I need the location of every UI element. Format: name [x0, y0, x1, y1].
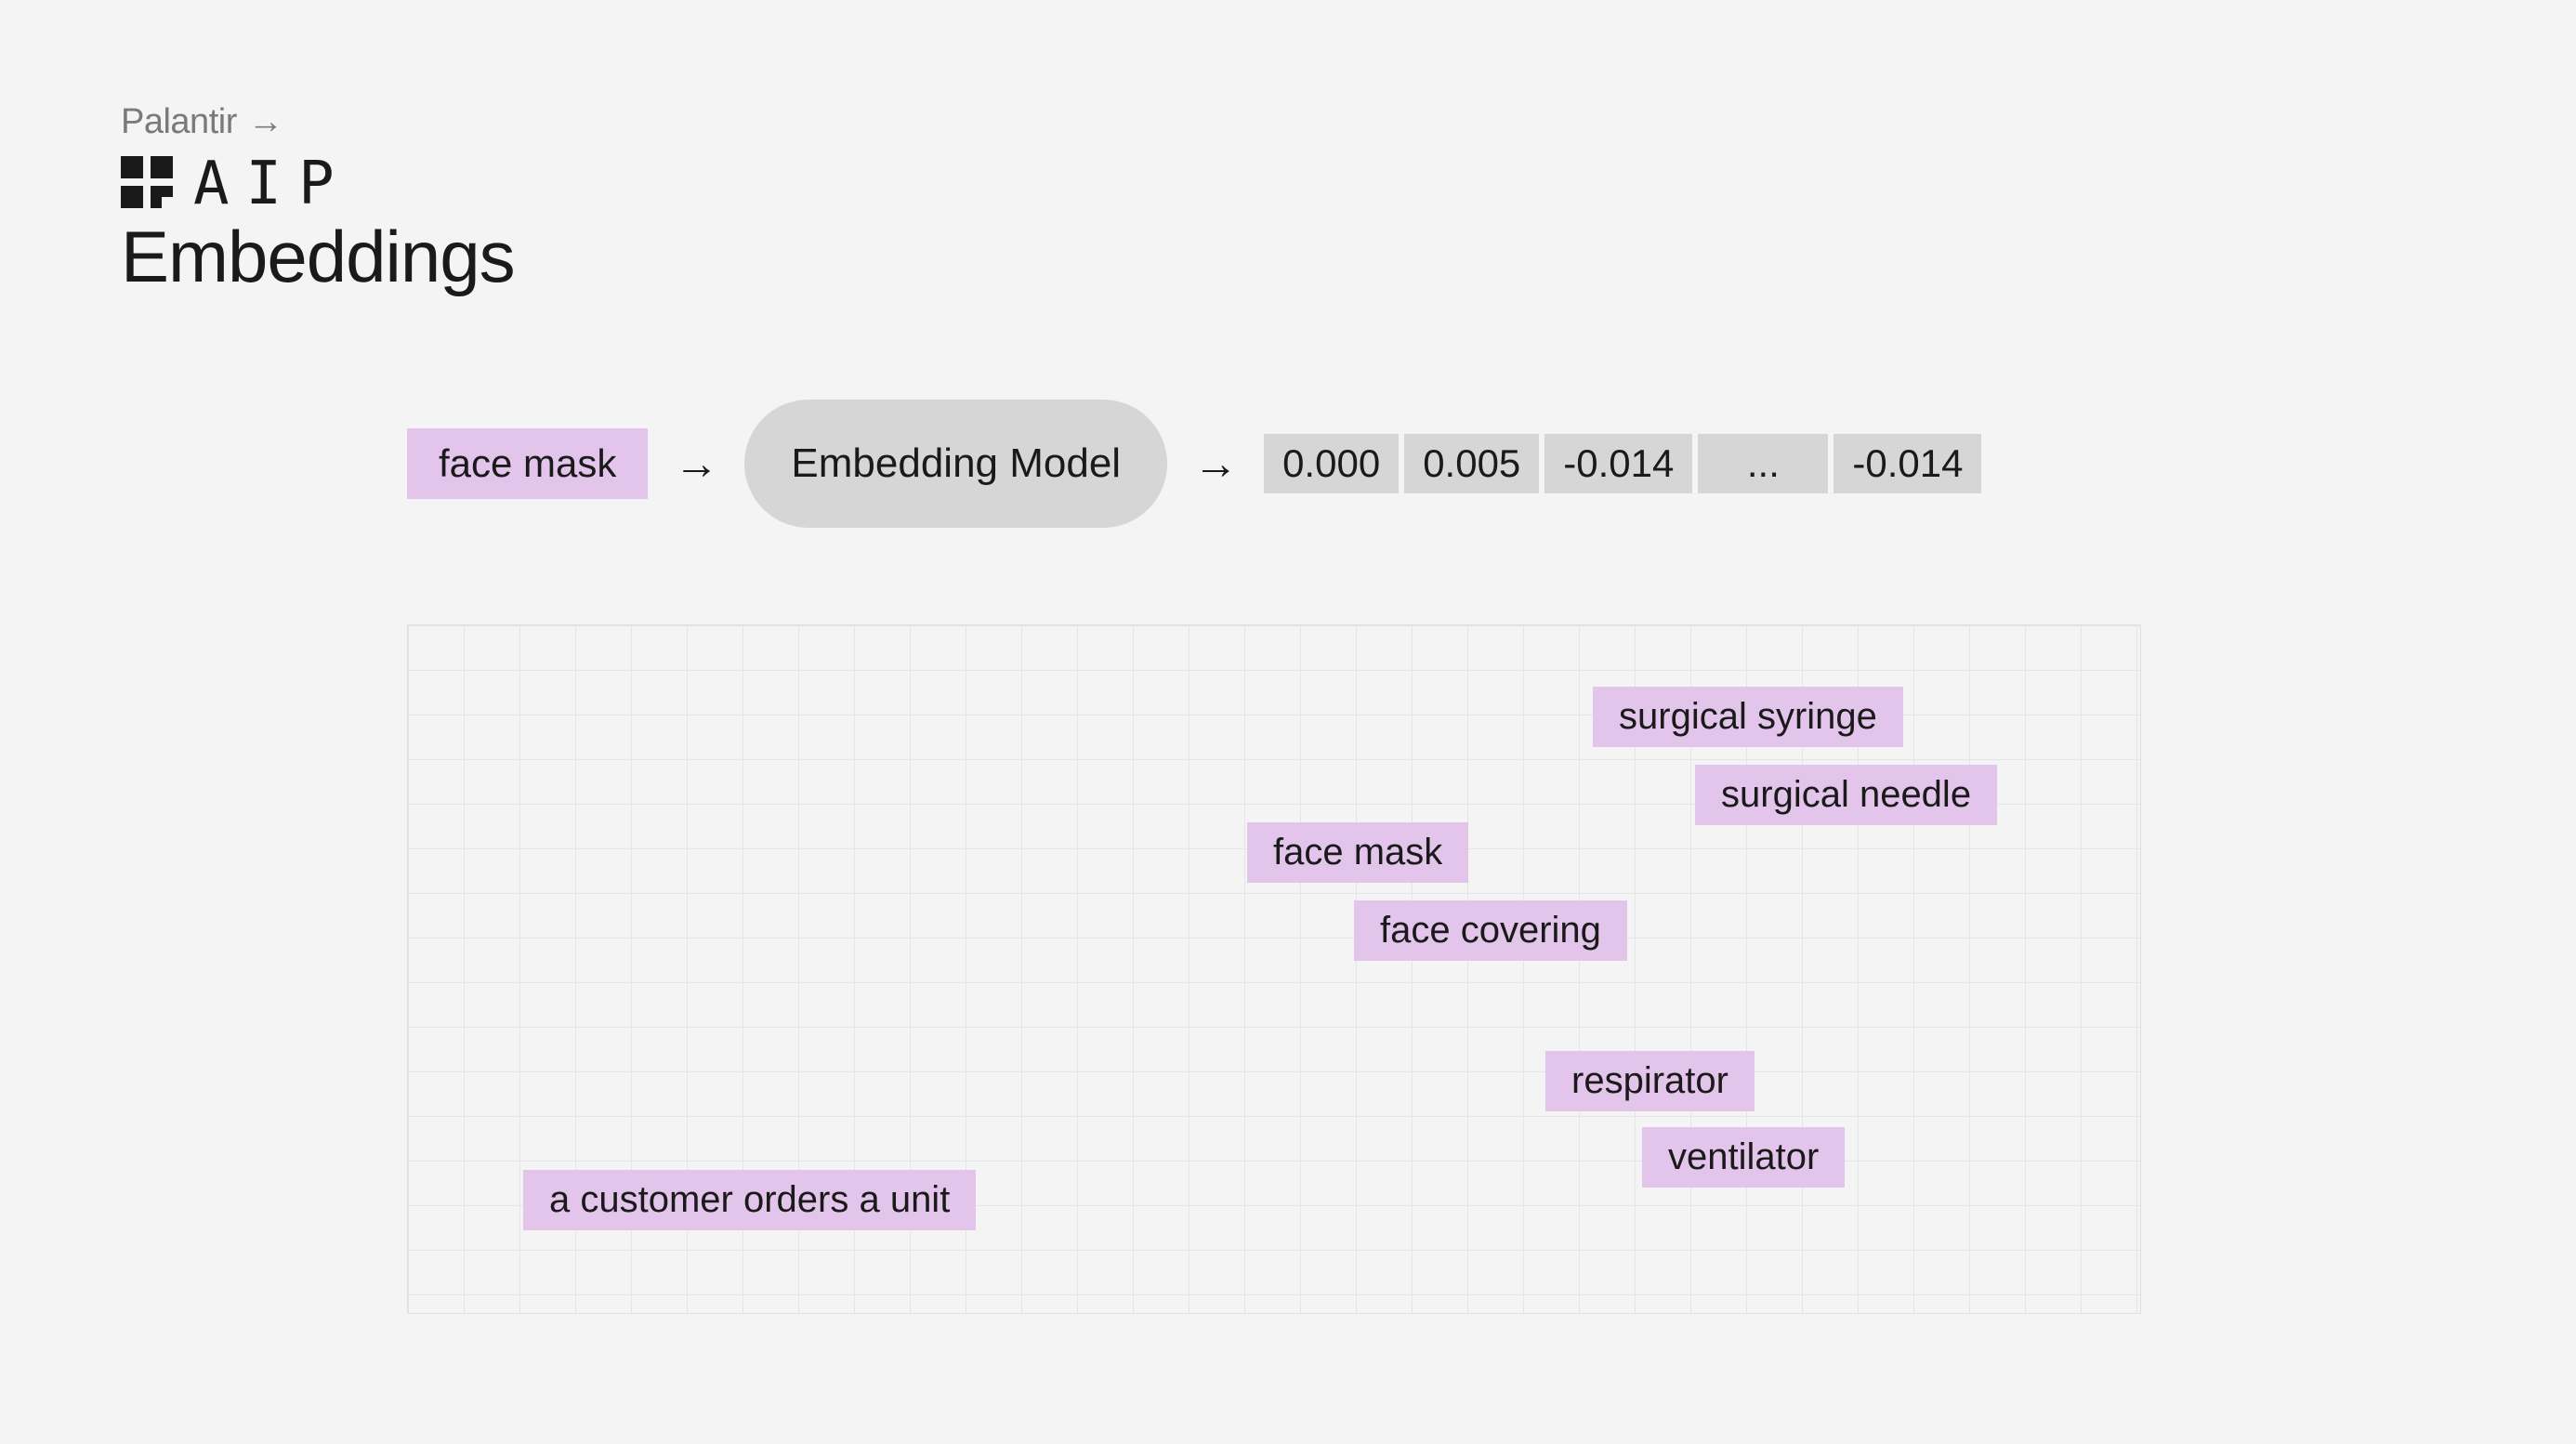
- embedding-tag: surgical needle: [1695, 765, 1997, 825]
- embedding-tag: face covering: [1354, 900, 1627, 961]
- embedding-model-pill: Embedding Model: [744, 400, 1167, 528]
- header: Palantir → AIP Embeddings: [121, 102, 515, 299]
- vector-cell: 0.000: [1264, 434, 1399, 493]
- brand-row: Palantir →: [121, 102, 515, 142]
- page-subtitle: Embeddings: [121, 215, 515, 299]
- vector-cell: -0.014: [1544, 434, 1692, 493]
- embedding-pipeline: face mask → Embedding Model → 0.000 0.00…: [407, 400, 1981, 528]
- input-tag: face mask: [407, 428, 648, 499]
- embedding-tag: respirator: [1545, 1051, 1755, 1111]
- product-name: AIP: [193, 150, 351, 218]
- embedding-tag: face mask: [1247, 822, 1468, 883]
- embedding-vector: 0.000 0.005 -0.014 ... -0.014: [1264, 434, 1981, 493]
- arrow-right-icon: →: [1193, 439, 1238, 490]
- brand-name: Palantir: [121, 102, 237, 142]
- vector-cell-ellipsis: ...: [1698, 434, 1828, 493]
- embedding-tag: a customer orders a unit: [523, 1170, 976, 1230]
- product-row: AIP: [121, 150, 515, 218]
- arrow-right-icon: →: [674, 439, 718, 490]
- arrow-right-icon: →: [248, 102, 283, 142]
- vector-cell: 0.005: [1404, 434, 1539, 493]
- embedding-tag: ventilator: [1642, 1127, 1845, 1188]
- embedding-space-grid: surgical syringe surgical needle face mask…: [407, 624, 2141, 1314]
- embedding-tag: surgical syringe: [1593, 687, 1903, 747]
- vector-cell: -0.014: [1833, 434, 1981, 493]
- aip-logo-icon: [121, 156, 173, 213]
